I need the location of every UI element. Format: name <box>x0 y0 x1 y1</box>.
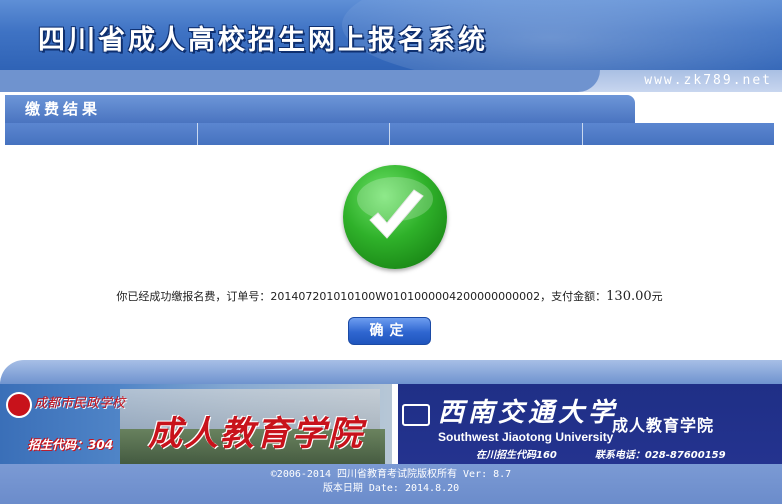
banner-enroll-code: 在川招生代码160 <box>476 450 557 461</box>
banner-college-name: 成人教育学院 <box>612 416 715 435</box>
footer-band <box>0 360 782 384</box>
payment-amount: 130.00 <box>606 289 652 304</box>
column-cell <box>582 123 774 145</box>
payment-currency: 元 <box>651 290 663 303</box>
column-cell <box>390 123 583 145</box>
payment-result-panel: 你已经成功缴报名费，订单号：201407201010100W0101000004… <box>5 145 774 360</box>
school-logo-icon <box>6 392 32 418</box>
success-check-icon <box>343 165 447 269</box>
version-date-text: 版本日期 Date: 2014.8.20 <box>322 483 460 494</box>
payment-message-text: 你已经成功缴报名费，订单号：201407201010100W0101000004… <box>116 290 607 303</box>
banner-university-english: Southwest Jiaotong University <box>438 430 614 444</box>
banner-contact-info: 在川招生代码160 联系电话：028-87600159 <box>476 446 764 461</box>
university-emblem-icon <box>402 404 430 426</box>
column-cell <box>197 123 390 145</box>
copyright-text: ©2006-2014 四川省教育考试院版权所有 Ver: 8.7 <box>270 469 512 480</box>
section-header: 缴费结果 <box>5 95 635 123</box>
section-title: 缴费结果 <box>25 100 102 118</box>
site-title: 四川省成人高校招生网上报名系统 <box>38 25 488 56</box>
banner-enroll-code: 招生代码：304 <box>28 438 114 452</box>
payment-message: 你已经成功缴报名费，订单号：201407201010100W0101000004… <box>5 288 774 304</box>
confirm-button[interactable]: 确定 <box>348 317 431 345</box>
site-header: 四川省成人高校招生网上报名系统 <box>0 0 782 70</box>
ad-banner-left[interactable]: 成都市民政学校 招生代码：304 成人教育学院 <box>0 384 392 464</box>
banner-college-name: 成人教育学院 <box>148 414 364 454</box>
page-footer: ©2006-2014 四川省教育考试院版权所有 Ver: 8.7 版本日期 Da… <box>0 464 782 504</box>
banner-phone: 联系电话：028-87600159 <box>594 450 726 461</box>
column-cell <box>5 123 198 145</box>
ad-banner-right[interactable]: 西南交通大学 成人教育学院 Southwest Jiaotong Univers… <box>398 384 782 464</box>
section-column-bar <box>5 123 774 145</box>
site-url: www.zk789.net <box>644 73 772 88</box>
banner-university-name: 西南交通大学 <box>438 398 619 428</box>
header-subbar: www.zk789.net <box>0 70 782 92</box>
subbar-accent <box>0 70 600 92</box>
banner-school-name: 成都市民政学校 <box>34 396 126 411</box>
